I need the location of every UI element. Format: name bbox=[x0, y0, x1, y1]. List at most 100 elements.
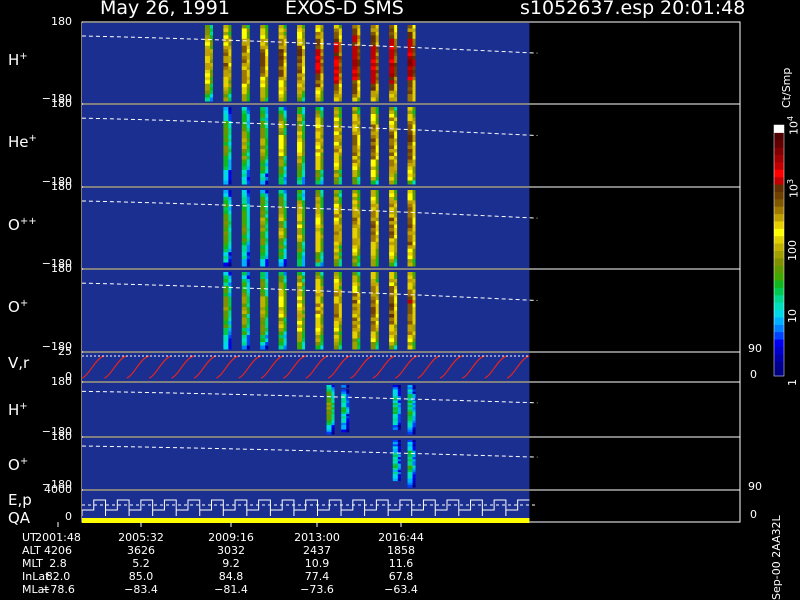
heatmap-cell bbox=[394, 200, 398, 205]
heatmap-cell bbox=[209, 90, 213, 95]
heatmap-cell bbox=[357, 59, 361, 64]
heatmap-cell bbox=[394, 142, 398, 146]
heatmap-cell bbox=[357, 145, 361, 150]
heatmap-cell bbox=[357, 286, 361, 290]
heatmap-cell bbox=[320, 331, 324, 336]
heatmap-cell bbox=[412, 38, 416, 43]
heatmap-cell bbox=[265, 121, 269, 125]
heatmap-cell bbox=[246, 49, 250, 54]
heatmap-cell bbox=[302, 314, 306, 318]
heatmap-cell bbox=[338, 56, 342, 61]
axis-tick-max-opp: 180 bbox=[51, 180, 72, 193]
heatmap-cell bbox=[302, 275, 306, 280]
heatmap-cell bbox=[246, 31, 250, 36]
heatmap-cell bbox=[394, 145, 398, 150]
heatmap-cell bbox=[375, 335, 379, 339]
heatmap-cell bbox=[357, 107, 361, 111]
heatmap-cell bbox=[228, 83, 232, 88]
heatmap-cell bbox=[320, 76, 324, 81]
heatmap-cell bbox=[394, 241, 398, 246]
heatmap-cell bbox=[209, 94, 213, 99]
heatmap-cell bbox=[302, 87, 306, 92]
heatmap-cell bbox=[283, 210, 287, 215]
heatmap-cell bbox=[338, 49, 342, 54]
heatmap-cell bbox=[375, 131, 379, 136]
colorbar-swatch bbox=[774, 169, 784, 178]
heatmap-cell bbox=[265, 335, 269, 339]
panel-data-area bbox=[82, 105, 530, 186]
heatmap-cell bbox=[302, 107, 306, 111]
heatmap-cell bbox=[265, 200, 269, 205]
heatmap-cell bbox=[265, 289, 269, 294]
heatmap-cell bbox=[265, 138, 269, 143]
heatmap-cell bbox=[228, 124, 232, 129]
heatmap-cell bbox=[375, 170, 379, 174]
heatmap-cell bbox=[228, 35, 232, 40]
heatmap-cell bbox=[228, 321, 232, 325]
heatmap-cell bbox=[246, 342, 250, 346]
heatmap-cell bbox=[412, 107, 416, 111]
heatmap-cell bbox=[320, 149, 324, 153]
heatmap-cell bbox=[412, 145, 416, 150]
heatmap-cell bbox=[283, 128, 287, 132]
heatmap-cell bbox=[228, 66, 232, 71]
heatmap-cell bbox=[283, 217, 287, 222]
heatmap-cell bbox=[246, 177, 250, 181]
heatmap-cell bbox=[394, 342, 398, 346]
heatmap-cell bbox=[357, 114, 361, 118]
heatmap-cell bbox=[412, 180, 416, 185]
heatmap-cell bbox=[302, 159, 306, 164]
colorbar-swatch bbox=[774, 339, 784, 347]
heatmap-cell bbox=[246, 25, 250, 29]
heatmap-cell bbox=[246, 94, 250, 99]
heatmap-cell bbox=[338, 110, 342, 115]
heatmap-cell bbox=[283, 42, 287, 47]
heatmap-cell bbox=[228, 114, 232, 118]
heatmap-cell bbox=[338, 90, 342, 95]
axis-tick-max-h2: 180 bbox=[51, 375, 72, 388]
heatmap-cell bbox=[338, 245, 342, 250]
heatmap-cell bbox=[412, 234, 416, 239]
heatmap-cell bbox=[265, 90, 269, 95]
heatmap-cell bbox=[246, 59, 250, 64]
axis-tick-right-max-vr: 90 bbox=[748, 342, 762, 355]
heatmap-cell bbox=[394, 135, 398, 139]
heatmap-cell bbox=[338, 76, 342, 81]
heatmap-cell bbox=[357, 303, 361, 308]
heatmap-cell bbox=[320, 231, 324, 236]
heatmap-cell bbox=[394, 149, 398, 153]
heatmap-cell bbox=[302, 156, 306, 160]
heatmap-cell bbox=[283, 307, 287, 311]
heatmap-cell bbox=[320, 107, 324, 111]
heatmap-cell bbox=[412, 25, 416, 29]
heatmap-cell bbox=[283, 177, 287, 181]
footer-cell-mlat: −81.4 bbox=[214, 583, 248, 596]
panel-op bbox=[81, 268, 741, 353]
heatmap-cell bbox=[357, 63, 361, 67]
heatmap-cell bbox=[228, 224, 232, 229]
heatmap-cell bbox=[394, 203, 398, 208]
heatmap-cell bbox=[302, 80, 306, 85]
heatmap-cell bbox=[283, 262, 287, 267]
heatmap-cell bbox=[357, 97, 361, 102]
heatmap-cell bbox=[394, 279, 398, 283]
heatmap-cell bbox=[338, 228, 342, 232]
heatmap-cell bbox=[375, 324, 379, 329]
heatmap-cell bbox=[375, 83, 379, 88]
heatmap-cell bbox=[394, 317, 398, 322]
heatmap-cell bbox=[412, 73, 416, 78]
heatmap-cell bbox=[302, 282, 306, 287]
heatmap-cell bbox=[412, 252, 416, 257]
heatmap-cell bbox=[357, 156, 361, 160]
heatmap-cell bbox=[283, 83, 287, 88]
heatmap-cell bbox=[283, 335, 287, 339]
heatmap-cell bbox=[283, 56, 287, 61]
heatmap-cell bbox=[320, 114, 324, 118]
heatmap-cell bbox=[338, 177, 342, 181]
heatmap-cell bbox=[265, 42, 269, 47]
heatmap-cell bbox=[338, 73, 342, 78]
heatmap-cell bbox=[302, 52, 306, 57]
heatmap-cell bbox=[302, 59, 306, 64]
heatmap-cell bbox=[228, 303, 232, 308]
heatmap-cell bbox=[265, 177, 269, 181]
